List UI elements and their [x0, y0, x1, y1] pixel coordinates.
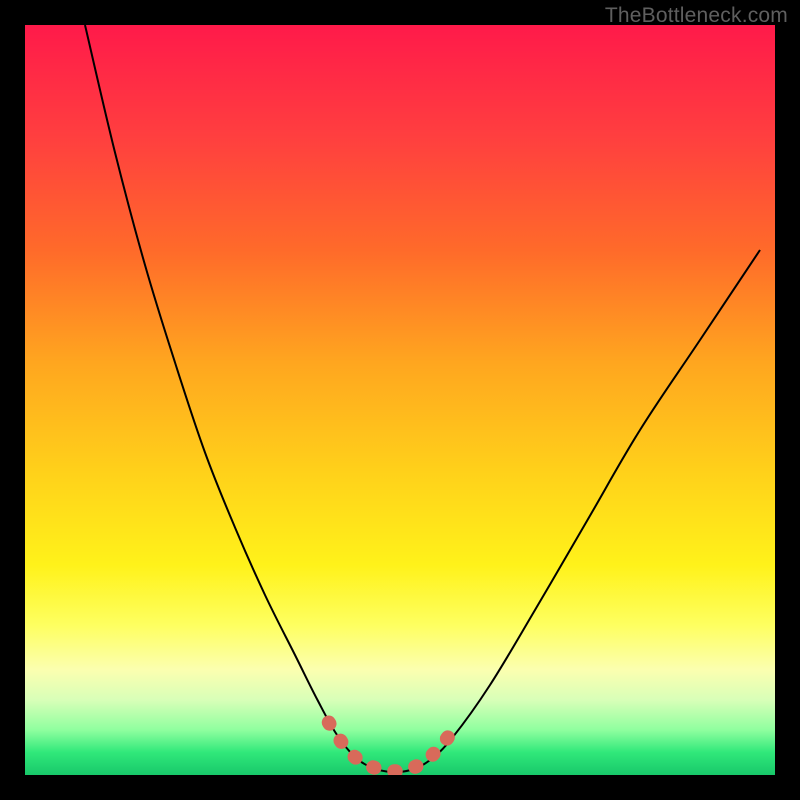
watermark-text: TheBottleneck.com — [605, 4, 788, 28]
chart-svg — [0, 0, 800, 800]
plot-background — [25, 25, 775, 775]
bottleneck-chart: TheBottleneck.com — [0, 0, 800, 800]
